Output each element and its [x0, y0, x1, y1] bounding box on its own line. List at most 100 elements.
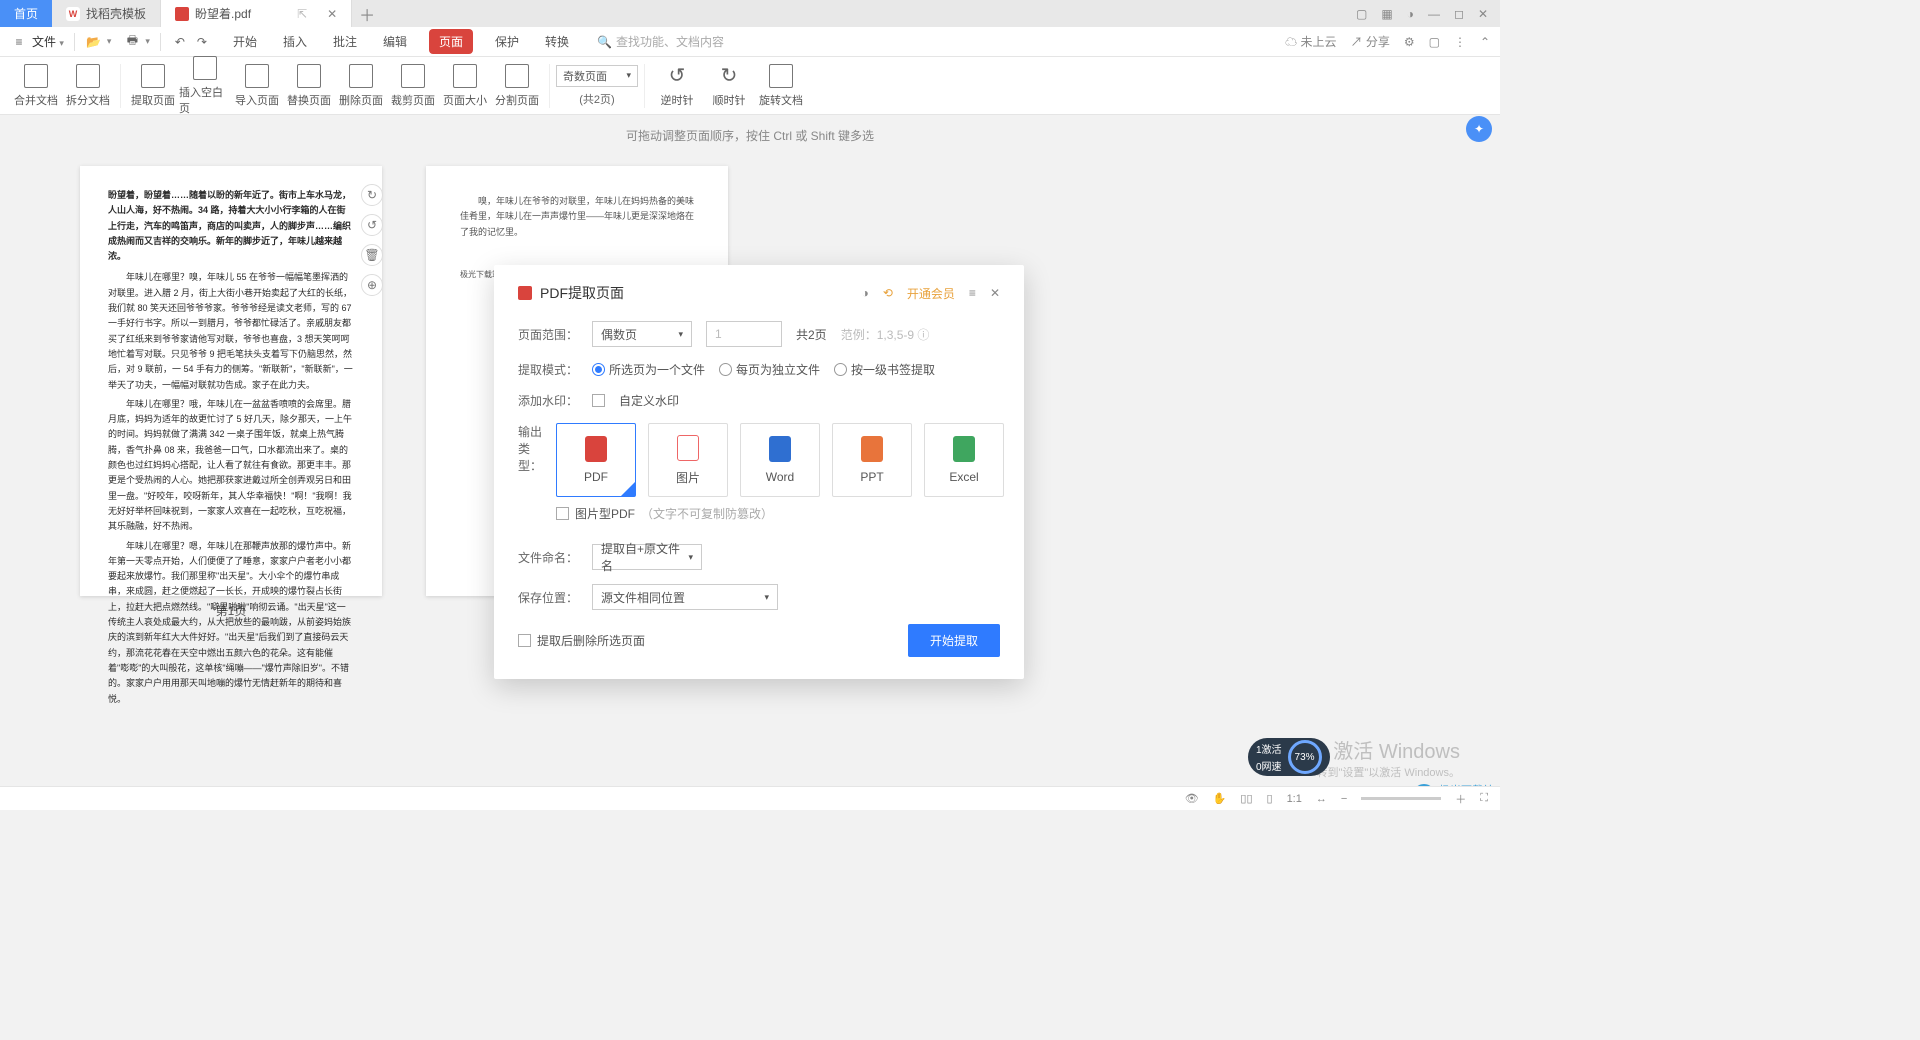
- view-mode-icon[interactable]: 👁: [1185, 792, 1199, 805]
- fit-icon[interactable]: 1:1: [1287, 793, 1302, 805]
- dialog-close-icon[interactable]: ✕: [990, 286, 1000, 300]
- collapse-icon[interactable]: ⌃: [1480, 35, 1490, 49]
- card-excel[interactable]: Excel: [924, 423, 1004, 497]
- dialog-menu-icon[interactable]: ≡: [969, 286, 976, 300]
- page-thumb-1[interactable]: ↻ ↺ 🗑 ⊕ 盼望着，盼望着……随着以盼的新年近了。街市上车水马龙，人山人海，…: [80, 166, 382, 596]
- search-box[interactable]: 🔍查找功能、文档内容: [597, 33, 724, 50]
- split-doc-button[interactable]: 拆分文档: [62, 64, 114, 108]
- replace-page-button[interactable]: 替换页面: [283, 64, 335, 108]
- crop-page-button[interactable]: 裁剪页面: [387, 64, 439, 108]
- avatar-icon[interactable]: ◑: [1407, 7, 1414, 21]
- chat-icon[interactable]: ▢: [1429, 35, 1440, 49]
- card-pdf[interactable]: PDF: [556, 423, 636, 497]
- page-layout-icon[interactable]: ▯▯: [1240, 792, 1252, 805]
- hand-icon[interactable]: ✋: [1213, 792, 1227, 805]
- page-size-button[interactable]: 页面大小: [439, 64, 491, 108]
- close-icon[interactable]: ✕: [327, 7, 337, 21]
- minimize-button[interactable]: —: [1428, 7, 1440, 21]
- card-ppt[interactable]: PPT: [832, 423, 912, 497]
- nav-edit[interactable]: 编辑: [379, 29, 411, 54]
- card-word[interactable]: Word: [740, 423, 820, 497]
- zoom-slider[interactable]: [1361, 797, 1441, 800]
- undo-icon[interactable]: ↶: [171, 33, 189, 51]
- redo-icon[interactable]: ↷: [193, 33, 211, 51]
- zoom-in-icon[interactable]: ＋: [1455, 791, 1466, 807]
- extract-button[interactable]: 提取页面: [127, 64, 179, 108]
- new-tab-button[interactable]: ＋: [352, 0, 382, 27]
- delete-page-button[interactable]: 删除页面: [335, 64, 387, 108]
- start-extract-button[interactable]: 开始提取: [908, 624, 1000, 657]
- import-page-button[interactable]: 导入页面: [231, 64, 283, 108]
- location-select[interactable]: 源文件相同位置▾: [592, 584, 778, 610]
- nav-protect[interactable]: 保护: [491, 29, 523, 54]
- title-tabbar: 首页 W找稻壳模板 盼望着.pdf⇱✕ ＋ ▢ ▦ ◑ — ◻ ✕: [0, 0, 1500, 27]
- nav-start[interactable]: 开始: [229, 29, 261, 54]
- page1-para4: 年味儿在哪里？嗯，年味儿在那鞭声放那的爆竹声中。新年第一天零点开始，人们便便了了…: [108, 539, 354, 707]
- grid-icon[interactable]: ▦: [1381, 7, 1392, 21]
- refresh-icon[interactable]: ⟲: [883, 286, 893, 300]
- card-image[interactable]: 图片: [648, 423, 728, 497]
- zoom-icon[interactable]: ⊕: [361, 274, 383, 296]
- system-gauge[interactable]: 1激活0网速 73%: [1248, 738, 1330, 776]
- imgpdf-checkbox[interactable]: [556, 507, 569, 520]
- filename-select[interactable]: 提取自+原文件名▾: [592, 544, 702, 570]
- mode-radio-3[interactable]: 按一级书签提取: [834, 361, 935, 378]
- rotate-cw-icon[interactable]: ↻: [361, 184, 383, 206]
- output-label: 输出类型：: [518, 423, 542, 474]
- nav-insert[interactable]: 插入: [279, 29, 311, 54]
- delete-after-checkbox[interactable]: 提取后删除所选页面: [518, 632, 645, 649]
- single-page-icon[interactable]: ▯: [1267, 792, 1273, 805]
- rotate-cw-button[interactable]: ↻顺时针: [703, 63, 755, 108]
- rotate-ccw-button[interactable]: ↺逆时针: [651, 63, 703, 108]
- watermark-label: 添加水印：: [518, 392, 578, 409]
- tab-home[interactable]: 首页: [0, 0, 52, 27]
- fullwidth-icon[interactable]: ↔: [1316, 793, 1327, 805]
- blank-page-button[interactable]: 插入空白页: [179, 56, 231, 116]
- nav-convert[interactable]: 转换: [541, 29, 573, 54]
- page-select[interactable]: 奇数页面▾: [556, 65, 638, 87]
- range-select[interactable]: 偶数页▾: [592, 321, 692, 347]
- mode-radio-2[interactable]: 每页为独立文件: [719, 361, 820, 378]
- tab-templates[interactable]: W找稻壳模板: [52, 0, 161, 27]
- close-button[interactable]: ✕: [1478, 7, 1488, 21]
- avatar-small-icon[interactable]: ◑: [862, 286, 869, 300]
- watermark-checkbox[interactable]: [592, 394, 605, 407]
- rotate-ccw-icon[interactable]: ↺: [361, 214, 383, 236]
- page-tools: ↻ ↺ 🗑 ⊕: [361, 184, 383, 296]
- mode-radio-1[interactable]: 所选页为一个文件: [592, 361, 705, 378]
- dialog-title: PDF提取页面: [540, 283, 624, 303]
- page1-para3: 年味儿在哪里？哦，年味儿在一盆盆香喷喷的会席里。腊月底，妈妈为适年的故更忙讨了 …: [108, 397, 354, 535]
- nav-tabs: 开始 插入 批注 编辑 页面 保护 转换: [229, 29, 573, 54]
- nav-page[interactable]: 页面: [429, 29, 473, 54]
- zoom-out-icon[interactable]: −: [1341, 793, 1347, 805]
- float-assistant-button[interactable]: ✦: [1466, 116, 1492, 142]
- more-icon[interactable]: ⋮: [1454, 35, 1466, 49]
- pdf-icon: [175, 7, 189, 21]
- hamburger-icon[interactable]: ≡: [10, 33, 28, 51]
- mode-label: 提取模式：: [518, 361, 578, 378]
- file-menu[interactable]: 文件 ▾: [32, 33, 64, 50]
- vip-link[interactable]: 开通会员: [907, 285, 955, 302]
- maximize-button[interactable]: ◻: [1454, 7, 1464, 21]
- print-icon[interactable]: 🖶: [123, 33, 141, 51]
- fullscreen-icon[interactable]: ⛶: [1480, 792, 1488, 805]
- menubar: ≡ 文件 ▾ 📂▾ 🖶▾ ↶ ↷ 开始 插入 批注 编辑 页面 保护 转换 🔍查…: [0, 27, 1500, 57]
- dialog-pdf-icon: [518, 286, 532, 300]
- settings-icon[interactable]: ⚙: [1404, 35, 1415, 49]
- extract-dialog: PDF提取页面 ◑ ⟲ 开通会员 ≡ ✕ 页面范围： 偶数页▾ 1 共2页 范例…: [494, 265, 1024, 679]
- split-page-button[interactable]: 分割页面: [491, 64, 543, 108]
- tab-pin-icon[interactable]: ⇱: [297, 7, 307, 21]
- merge-button[interactable]: 合并文档: [10, 64, 62, 108]
- drag-hint: 可拖动调整页面顺序，按住 Ctrl 或 Shift 键多选: [0, 115, 1500, 148]
- tab-document[interactable]: 盼望着.pdf⇱✕: [161, 0, 352, 27]
- layout-icon[interactable]: ▢: [1356, 7, 1367, 21]
- cloud-status[interactable]: ☁ 未上云: [1285, 33, 1336, 50]
- imgpdf-label: 图片型PDF: [575, 505, 635, 522]
- range-input[interactable]: 1: [706, 321, 782, 347]
- rotate-doc-button[interactable]: 旋转文档: [755, 64, 807, 108]
- open-icon[interactable]: 📂: [85, 33, 103, 51]
- trash-icon[interactable]: 🗑: [361, 244, 383, 266]
- share-button[interactable]: ↗ 分享: [1350, 33, 1389, 50]
- nav-annotate[interactable]: 批注: [329, 29, 361, 54]
- imgpdf-note: （文字不可复制防篡改）: [641, 505, 773, 522]
